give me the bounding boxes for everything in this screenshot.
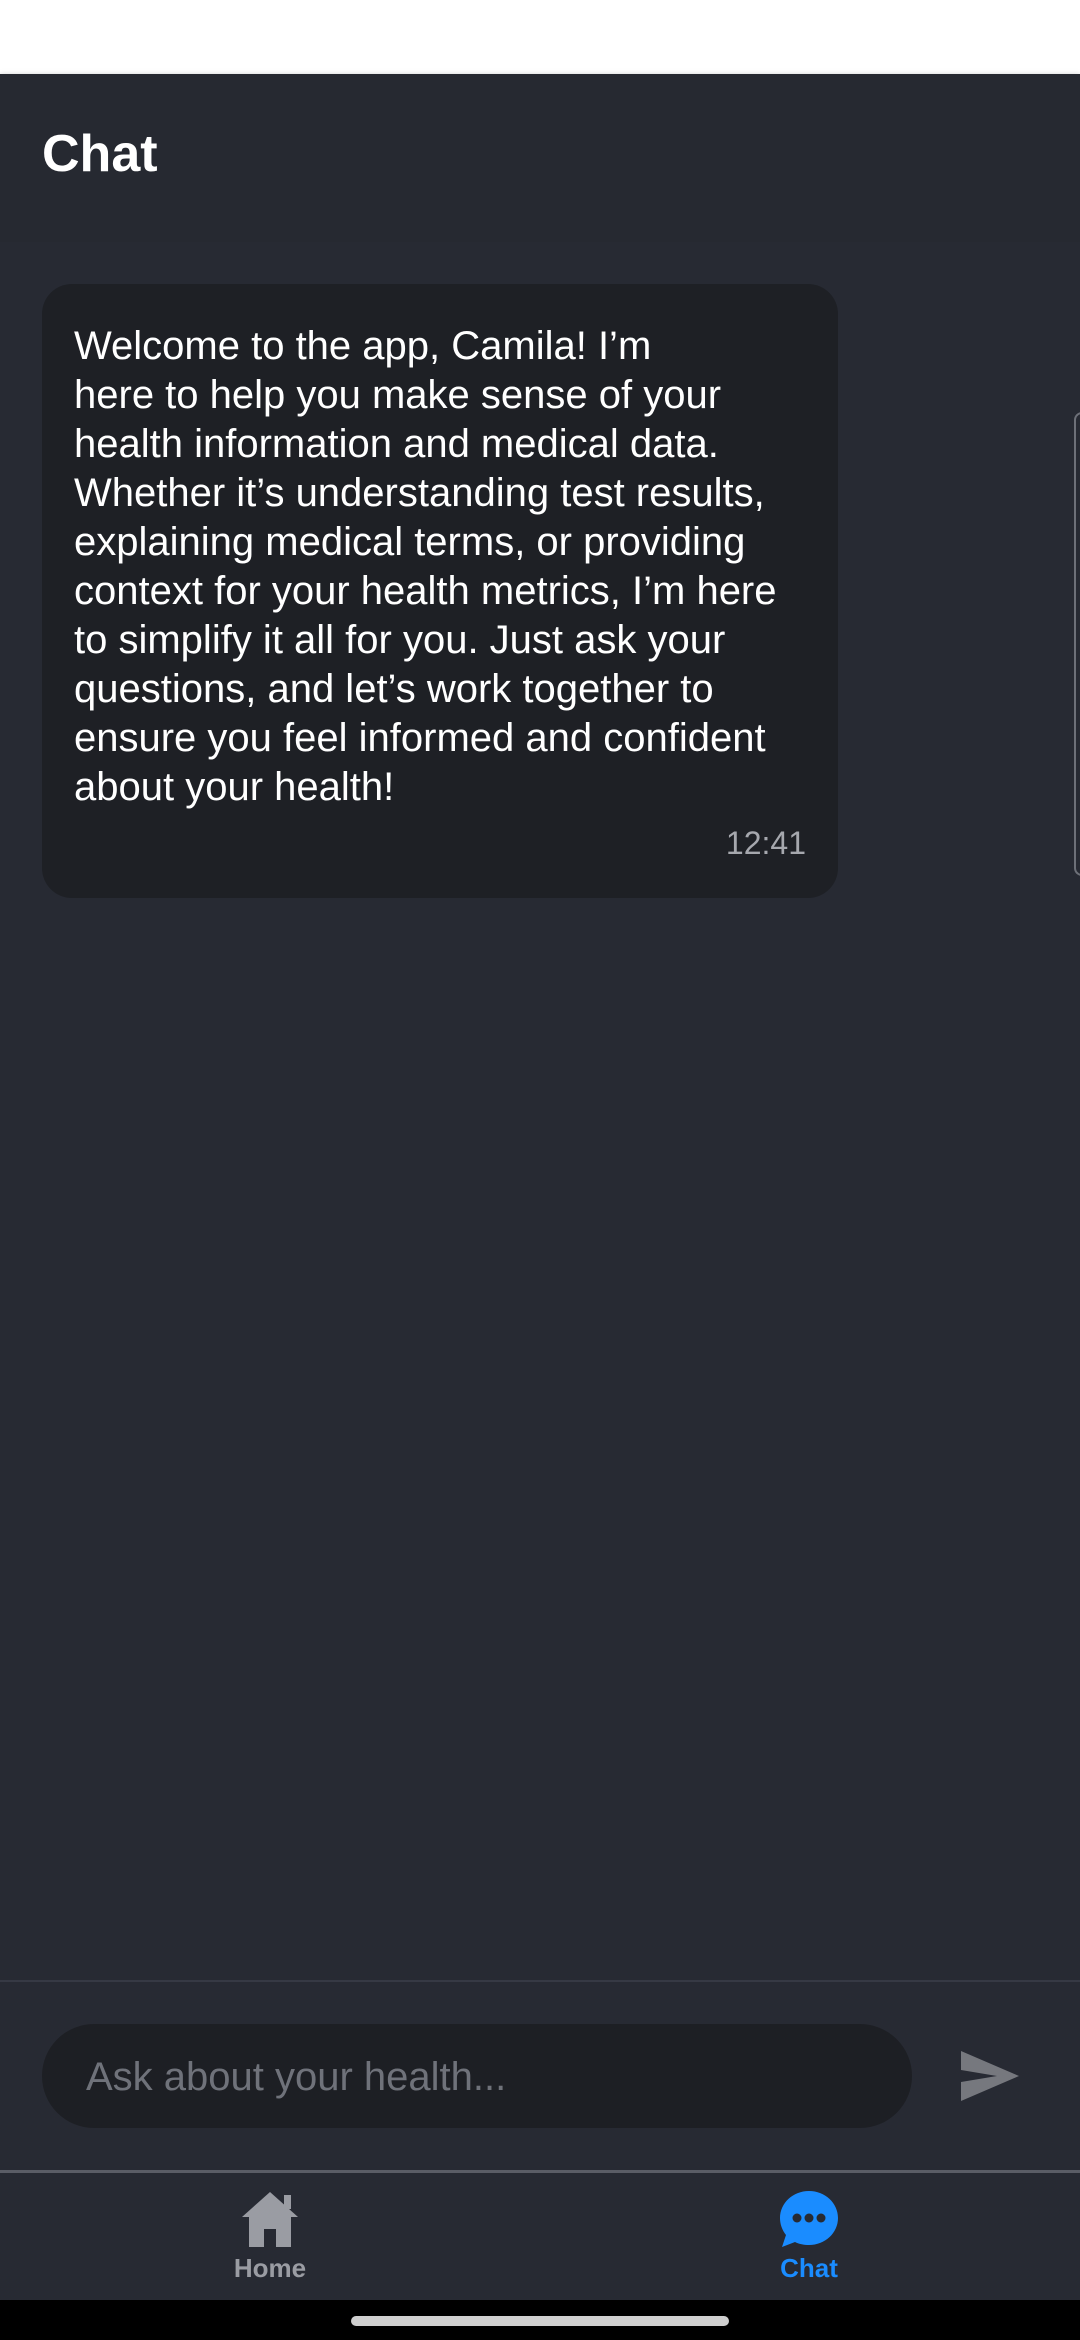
scroll-indicator <box>1074 412 1080 876</box>
system-gesture-bar <box>0 2300 1080 2340</box>
nav-item-chat[interactable]: Chat <box>709 2189 909 2293</box>
send-icon <box>961 2051 1019 2101</box>
send-button[interactable] <box>950 2032 1030 2120</box>
chat-input[interactable] <box>84 2024 878 2130</box>
message-timestamp: 12:41 <box>725 825 806 861</box>
page-title: Chat <box>42 125 158 183</box>
nav-item-home[interactable]: Home <box>170 2189 370 2293</box>
app-header: Chat <box>0 74 1080 242</box>
message-text: Welcome to the app, Camila! I’m here to … <box>74 324 777 809</box>
status-bar <box>0 0 1080 74</box>
home-gesture-handle[interactable] <box>351 2316 729 2326</box>
chat-input-container[interactable] <box>42 2024 912 2130</box>
nav-item-label: Home <box>233 2253 307 2283</box>
home-icon <box>242 2192 298 2247</box>
bottom-navigation: Home Chat <box>0 2170 1080 2300</box>
message-composer <box>0 1980 1080 2170</box>
assistant-message-bubble: Welcome to the app, Camila! I’m here to … <box>42 284 838 898</box>
chat-message-list[interactable]: Welcome to the app, Camila! I’m here to … <box>0 242 1080 1980</box>
chat-bubble-icon <box>780 2191 838 2247</box>
nav-item-label: Chat <box>780 2253 838 2283</box>
